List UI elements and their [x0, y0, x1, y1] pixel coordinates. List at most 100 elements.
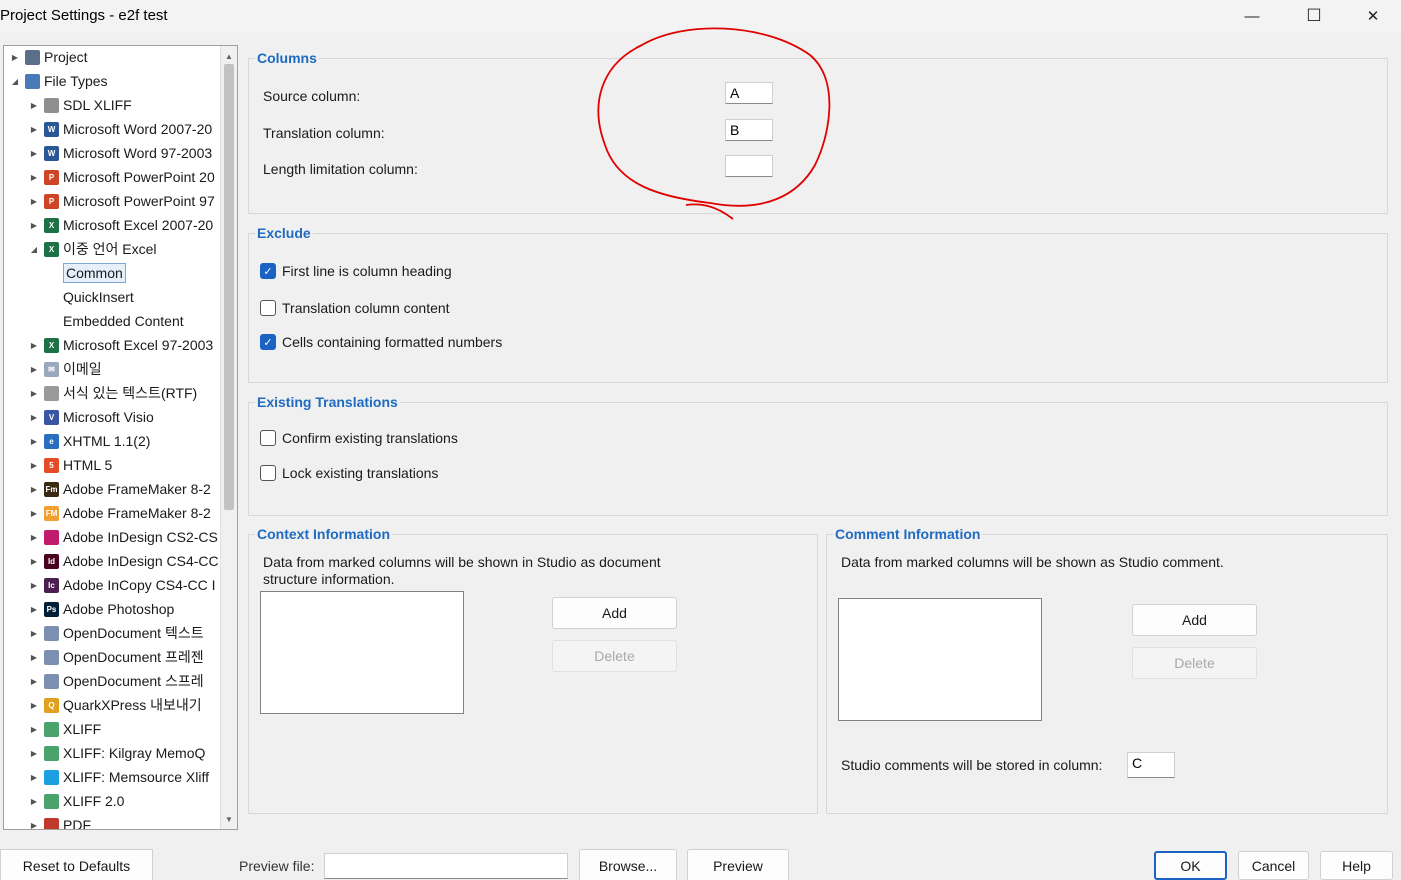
- expand-arrow-icon[interactable]: ▶: [29, 677, 39, 686]
- browse-button[interactable]: Browse...: [579, 849, 677, 880]
- tree-item[interactable]: ▶ PDF: [29, 814, 91, 830]
- expand-arrow-icon[interactable]: ▶: [29, 821, 39, 830]
- tree-item[interactable]: ▶ Id Adobe InDesign CS4-CC: [29, 550, 219, 572]
- tree-item[interactable]: ▶ FM Adobe FrameMaker 8-2: [29, 502, 211, 524]
- tree-item[interactable]: ▶ X Microsoft Excel 2007-20: [29, 214, 213, 236]
- maximize-button[interactable]: ☐: [1291, 0, 1337, 32]
- comment-column-input[interactable]: C: [1127, 752, 1175, 778]
- expand-arrow-icon[interactable]: ◢: [10, 77, 20, 86]
- expand-arrow-icon[interactable]: ▶: [29, 797, 39, 806]
- tree-item[interactable]: ▶ Ic Adobe InCopy CS4-CC I: [29, 574, 216, 596]
- tree-item-label: XLIFF 2.0: [63, 793, 125, 809]
- preview-button[interactable]: Preview: [687, 849, 789, 880]
- tree-item[interactable]: ▶ P Microsoft PowerPoint 97: [29, 190, 215, 212]
- confirm-existing-checkbox[interactable]: Confirm existing translations: [260, 430, 458, 446]
- comment-columns-list[interactable]: [838, 598, 1042, 721]
- tree-item-label: OpenDocument 스프레: [63, 673, 204, 689]
- comment-add-button[interactable]: Add: [1132, 604, 1257, 636]
- window-title: Project Settings - e2f test: [0, 7, 168, 24]
- tree-item[interactable]: Embedded Content: [48, 310, 184, 332]
- expand-arrow-icon[interactable]: ▶: [29, 365, 39, 374]
- help-button[interactable]: Help: [1320, 851, 1393, 880]
- minimize-icon: —: [1244, 7, 1260, 25]
- tree-item[interactable]: ▶ XLIFF: Memsource Xliff: [29, 766, 209, 788]
- expand-arrow-icon[interactable]: ▶: [29, 605, 39, 614]
- tree-item[interactable]: ▶ Fm Adobe FrameMaker 8-2: [29, 478, 211, 500]
- tree-item[interactable]: ◢ File Types: [10, 70, 108, 92]
- close-button[interactable]: ✕: [1350, 0, 1396, 32]
- expand-arrow-icon[interactable]: ▶: [29, 437, 39, 446]
- tree-item[interactable]: ▶ W Microsoft Word 2007-20: [29, 118, 212, 140]
- lock-existing-checkbox[interactable]: Lock existing translations: [260, 465, 438, 481]
- tree-item[interactable]: ▶ OpenDocument 프레젠: [29, 646, 204, 668]
- tree-item[interactable]: ▶ Q QuarkXPress 내보내기: [29, 694, 202, 716]
- expand-arrow-icon[interactable]: ▶: [29, 701, 39, 710]
- formatted-numbers-checkbox[interactable]: ✓ Cells containing formatted numbers: [260, 334, 502, 350]
- reset-defaults-button[interactable]: Reset to Defaults: [0, 849, 153, 880]
- tree-item[interactable]: ▶ P Microsoft PowerPoint 20: [29, 166, 215, 188]
- ok-button[interactable]: OK: [1154, 851, 1227, 880]
- expand-arrow-icon[interactable]: ▶: [29, 221, 39, 230]
- tree-item[interactable]: ▶ 5 HTML 5: [29, 454, 112, 476]
- tree-item-label: Microsoft PowerPoint 20: [63, 169, 215, 185]
- expand-arrow-icon[interactable]: ▶: [29, 485, 39, 494]
- translation-content-checkbox[interactable]: Translation column content: [260, 300, 450, 316]
- expand-arrow-icon[interactable]: ▶: [29, 341, 39, 350]
- first-line-heading-checkbox[interactable]: ✓ First line is column heading: [260, 263, 452, 279]
- tree-item[interactable]: ◢ X 이중 언어 Excel: [29, 238, 157, 260]
- tree-item-label: XHTML 1.1(2): [63, 433, 151, 449]
- tree-item[interactable]: ▶ XLIFF: Kilgray MemoQ: [29, 742, 205, 764]
- tree-item[interactable]: ▶ XLIFF 2.0: [29, 790, 125, 812]
- tree-item[interactable]: ▶ X Microsoft Excel 97-2003: [29, 334, 213, 356]
- expand-arrow-icon[interactable]: ▶: [29, 413, 39, 422]
- tree-item[interactable]: ▶ SDL XLIFF: [29, 94, 132, 116]
- expand-arrow-icon[interactable]: ▶: [29, 389, 39, 398]
- tree-item[interactable]: ▶ W Microsoft Word 97-2003: [29, 142, 212, 164]
- expand-arrow-icon[interactable]: ▶: [29, 725, 39, 734]
- tree-item[interactable]: Common: [48, 262, 126, 284]
- context-delete-button[interactable]: Delete: [552, 640, 677, 672]
- tree-item[interactable]: ▶ V Microsoft Visio: [29, 406, 154, 428]
- context-columns-list[interactable]: [260, 591, 464, 714]
- expand-arrow-icon[interactable]: ▶: [29, 509, 39, 518]
- tree-item[interactable]: ▶ Ps Adobe Photoshop: [29, 598, 174, 620]
- expand-arrow-icon[interactable]: ▶: [29, 173, 39, 182]
- expand-arrow-icon[interactable]: ▶: [29, 125, 39, 134]
- expand-arrow-icon[interactable]: ▶: [10, 53, 20, 62]
- expand-arrow-icon[interactable]: ▶: [29, 557, 39, 566]
- expand-arrow-icon[interactable]: ▶: [29, 533, 39, 542]
- tree-item[interactable]: ▶ Project: [10, 46, 88, 68]
- context-add-button[interactable]: Add: [552, 597, 677, 629]
- expand-arrow-icon[interactable]: ▶: [29, 101, 39, 110]
- expand-arrow-icon[interactable]: ▶: [29, 581, 39, 590]
- expand-arrow-icon[interactable]: ▶: [29, 653, 39, 662]
- preview-file-input[interactable]: [324, 853, 568, 879]
- tree-item[interactable]: ▶ OpenDocument 텍스트: [29, 622, 204, 644]
- tree-item[interactable]: ▶ Adobe InDesign CS2-CS: [29, 526, 218, 548]
- expand-arrow-icon[interactable]: ▶: [29, 197, 39, 206]
- tree-item[interactable]: ▶ XLIFF: [29, 718, 101, 740]
- tree-item-label: Adobe FrameMaker 8-2: [63, 505, 211, 521]
- expand-arrow-icon[interactable]: ▶: [29, 461, 39, 470]
- tree-item[interactable]: QuickInsert: [48, 286, 134, 308]
- tree-item-label: Project: [44, 49, 88, 65]
- settings-tree[interactable]: ▲ ▼ ▶ Project ◢ File Types ▶ SDL XLIFF ▶ W Micro…: [3, 45, 238, 830]
- expand-arrow-icon[interactable]: ▶: [29, 629, 39, 638]
- tree-scrollbar[interactable]: ▲ ▼: [220, 46, 237, 829]
- tree-item[interactable]: ▶ OpenDocument 스프레: [29, 670, 204, 692]
- tree-item[interactable]: ▶ 서식 있는 텍스트(RTF): [29, 382, 197, 404]
- scroll-thumb[interactable]: [224, 64, 234, 510]
- minimize-button[interactable]: —: [1229, 0, 1275, 32]
- expand-arrow-icon[interactable]: ▶: [29, 773, 39, 782]
- comment-delete-button[interactable]: Delete: [1132, 647, 1257, 679]
- tree-item-label: Adobe InDesign CS2-CS: [63, 529, 218, 545]
- scroll-up-arrow-icon[interactable]: ▲: [221, 48, 237, 64]
- tree-item[interactable]: ▶ ✉ 이메일: [29, 358, 102, 380]
- expand-arrow-icon[interactable]: ◢: [29, 245, 39, 254]
- tree-item[interactable]: ▶ e XHTML 1.1(2): [29, 430, 150, 452]
- cancel-button[interactable]: Cancel: [1238, 851, 1309, 880]
- expand-arrow-icon[interactable]: ▶: [29, 749, 39, 758]
- expand-arrow-icon[interactable]: ▶: [29, 149, 39, 158]
- scroll-down-arrow-icon[interactable]: ▼: [221, 811, 237, 827]
- incopy-icon: Ic: [44, 577, 59, 593]
